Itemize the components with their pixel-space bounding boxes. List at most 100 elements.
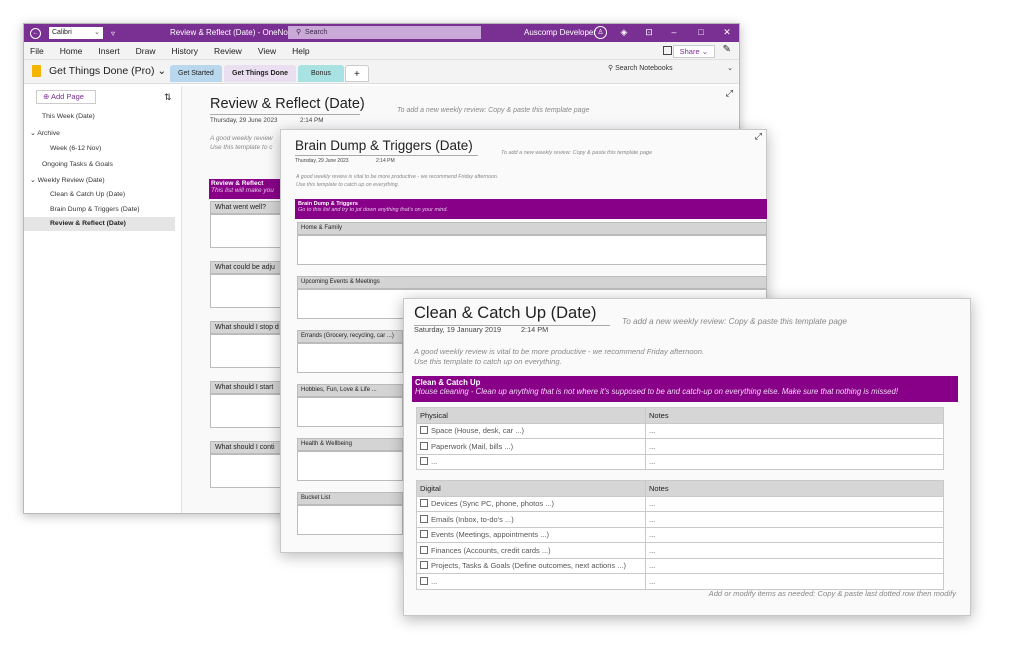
- checkbox[interactable]: [420, 576, 428, 585]
- section-box[interactable]: [297, 343, 403, 373]
- menu-home[interactable]: Home: [60, 46, 83, 56]
- close-icon[interactable]: ✕: [720, 27, 734, 38]
- ribbon-display-icon[interactable]: ⊡: [642, 27, 656, 38]
- answer-box[interactable]: [210, 334, 285, 368]
- answer-box[interactable]: [210, 274, 285, 308]
- add-section-button[interactable]: +: [345, 65, 369, 82]
- task-cell[interactable]: Paperwork (Mail, bills ...): [416, 438, 646, 455]
- intro-line-1: A good weekly review is vital to be more…: [296, 174, 499, 180]
- task-label: Emails (Inbox, to-do's ...): [431, 514, 514, 524]
- clean-catch-up-page: Clean & Catch Up (Date) Saturday, 19 Jan…: [403, 298, 971, 616]
- notebook-selector[interactable]: Get Things Done (Pro) ⌄: [32, 65, 166, 77]
- page-title[interactable]: Brain Dump & Triggers (Date): [295, 138, 478, 156]
- banner-subtitle: Go to this list and try to jot down anyt…: [298, 207, 448, 213]
- add-page-button[interactable]: ⊕ Add Page: [36, 90, 96, 104]
- checkbox[interactable]: [420, 441, 428, 450]
- page-item-review-reflect[interactable]: Review & Reflect (Date): [50, 220, 126, 227]
- expand-icon[interactable]: ⤢: [726, 88, 733, 99]
- tab-bonus[interactable]: Bonus: [298, 65, 344, 82]
- menu-help[interactable]: Help: [292, 46, 309, 56]
- sort-icon[interactable]: ⇅: [164, 92, 172, 103]
- menu-file[interactable]: File: [30, 46, 44, 56]
- question-header: What should I stop d: [210, 321, 285, 334]
- answer-box[interactable]: [210, 394, 285, 428]
- task-cell[interactable]: Finances (Accounts, credit cards ...): [416, 542, 646, 559]
- search-placeholder: Search: [305, 29, 328, 36]
- notes-cell[interactable]: ...: [645, 511, 944, 528]
- task-cell[interactable]: Devices (Sync PC, phone, photos ...): [416, 495, 646, 512]
- tab-get-started[interactable]: Get Started: [170, 65, 222, 82]
- search-notebooks[interactable]: ⚲ Search Notebooks ⌄: [608, 64, 733, 72]
- digital-table: Digital Notes Devices (Sync PC, phone, ph…: [416, 480, 944, 590]
- notes-cell[interactable]: ...: [645, 573, 944, 590]
- task-cell[interactable]: Events (Meetings, appointments ...): [416, 526, 646, 543]
- font-selector[interactable]: Calibri ⌄: [49, 27, 103, 39]
- user-name[interactable]: Auscomp Developer: [524, 28, 596, 37]
- back-icon[interactable]: ←: [30, 27, 41, 39]
- task-label: ...: [431, 457, 438, 467]
- diamond-icon[interactable]: ◈: [617, 27, 631, 38]
- section-header: Errands (Grocery, recycling, car ...): [297, 330, 403, 343]
- notes-cell[interactable]: ...: [645, 453, 944, 470]
- intro-line-2: Use this template to c: [210, 144, 273, 151]
- notes-cell[interactable]: ...: [645, 526, 944, 543]
- notes-cell[interactable]: ...: [645, 438, 944, 455]
- menu-review[interactable]: Review: [214, 46, 242, 56]
- avatar[interactable]: ♙: [594, 26, 607, 39]
- page-title[interactable]: Review & Reflect (Date): [210, 96, 365, 115]
- notes-cell[interactable]: ...: [645, 557, 944, 574]
- page-item-clean-catch-up[interactable]: Clean & Catch Up (Date): [50, 191, 125, 198]
- page-item-week[interactable]: Week (6-12 Nov): [50, 145, 101, 152]
- notes-cell[interactable]: ...: [645, 422, 944, 439]
- search-box[interactable]: ⚲ Search: [288, 26, 481, 39]
- physical-table: Physical Notes Space (House, desk, car ..…: [416, 407, 944, 470]
- menu-draw[interactable]: Draw: [136, 46, 156, 56]
- checkbox[interactable]: [420, 514, 428, 523]
- section-header: Health & Wellbeing: [297, 438, 403, 451]
- checkbox[interactable]: [420, 561, 428, 570]
- page-item-weekly-review[interactable]: ⌄ Weekly Review (Date): [30, 176, 105, 184]
- checkbox[interactable]: [420, 545, 428, 554]
- col-header: Physical: [416, 407, 646, 424]
- customize-qat-icon[interactable]: ▿: [111, 29, 115, 38]
- answer-box[interactable]: [210, 214, 285, 248]
- pen-icon[interactable]: ✎: [723, 44, 731, 55]
- task-cell[interactable]: Space (House, desk, car ...): [416, 422, 646, 439]
- notebook-icon[interactable]: [663, 46, 672, 55]
- notes-cell[interactable]: ...: [645, 542, 944, 559]
- table-row: Emails (Inbox, to-do's ...)...: [416, 511, 944, 528]
- page-time: 2:14 PM: [376, 158, 395, 164]
- task-cell[interactable]: ...: [416, 573, 646, 590]
- add-page-icon: ⊕: [43, 92, 50, 101]
- tab-get-things-done[interactable]: Get Things Done: [224, 65, 296, 82]
- answer-box[interactable]: [210, 454, 285, 488]
- checkbox[interactable]: [420, 457, 428, 466]
- review-banner: Review & Reflect This list will make you: [209, 179, 289, 199]
- checkbox[interactable]: [420, 499, 428, 508]
- section-box[interactable]: [297, 235, 767, 265]
- task-cell[interactable]: Projects, Tasks & Goals (Define outcomes…: [416, 557, 646, 574]
- minimize-icon[interactable]: –: [667, 27, 681, 37]
- menu-history[interactable]: History: [172, 46, 198, 56]
- notebook-icon: [32, 65, 41, 77]
- menu-insert[interactable]: Insert: [98, 46, 119, 56]
- page-item-archive[interactable]: ⌄ Archive: [30, 129, 60, 137]
- page-item-this-week[interactable]: This Week (Date): [42, 113, 95, 120]
- section-box[interactable]: [297, 397, 403, 427]
- section-box[interactable]: [297, 505, 403, 535]
- page-item-brain-dump[interactable]: Brain Dump & Triggers (Date): [50, 206, 140, 213]
- page-date: Thursday, 29 June 2023: [295, 158, 349, 164]
- notes-cell[interactable]: ...: [645, 495, 944, 512]
- share-button[interactable]: Share ⌄: [672, 45, 715, 58]
- section-box[interactable]: [297, 451, 403, 481]
- expand-icon[interactable]: ⤢: [755, 131, 762, 142]
- menu-view[interactable]: View: [258, 46, 276, 56]
- page-title[interactable]: Clean & Catch Up (Date): [414, 304, 610, 326]
- checkbox[interactable]: [420, 426, 428, 435]
- page-item-ongoing[interactable]: Ongoing Tasks & Goals: [42, 161, 113, 168]
- task-cell[interactable]: Emails (Inbox, to-do's ...): [416, 511, 646, 528]
- page-label-weekly-review: Weekly Review (Date): [37, 177, 105, 184]
- task-cell[interactable]: ...: [416, 453, 646, 470]
- checkbox[interactable]: [420, 530, 428, 539]
- maximize-icon[interactable]: □: [694, 27, 708, 37]
